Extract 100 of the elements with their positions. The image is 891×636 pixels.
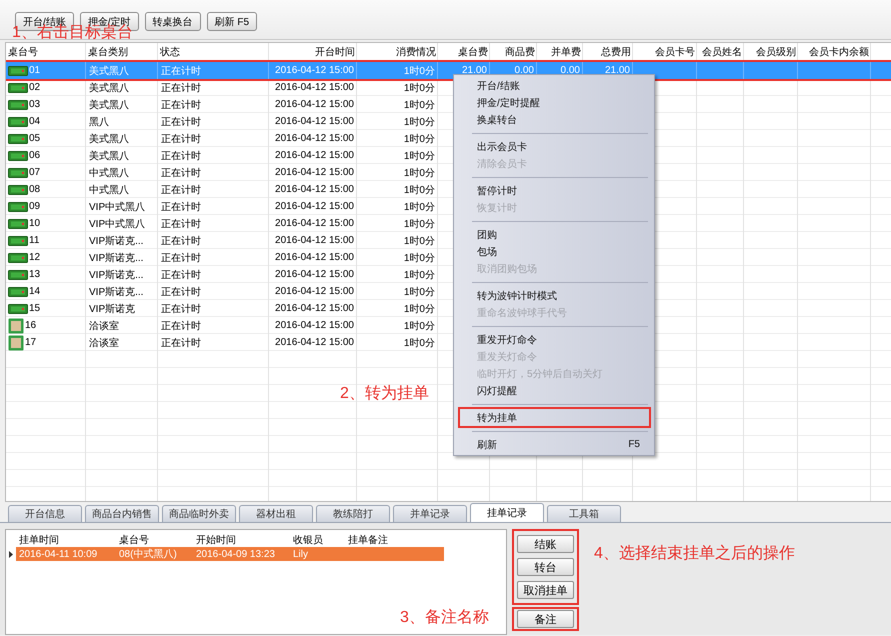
column-header[interactable]: 挂单备注	[348, 535, 388, 546]
column-header[interactable]: 桌台费	[458, 45, 488, 59]
table-cell: 2016-04-12 15:00	[275, 65, 354, 76]
table-cell-text: 1时0分	[404, 82, 435, 94]
column-header[interactable]: 会员级别	[756, 45, 796, 59]
table-cell-text: 正在计时	[161, 286, 201, 298]
table-cell: 01	[29, 65, 40, 76]
column-header[interactable]: 状态	[160, 45, 180, 59]
table-cell-text: 1时0分	[404, 218, 435, 230]
table-cell-text: VIP斯诺克...	[89, 252, 144, 264]
table-cell: 2016-04-12 15:00	[275, 269, 354, 280]
table-cell: 2016-04-09 13:23	[196, 548, 275, 560]
menu-item[interactable]: 暂停计时	[460, 182, 649, 199]
table-cell-text: 1时0分	[404, 286, 435, 298]
table-cell: Lily	[293, 548, 308, 560]
column-header[interactable]: 开台时间	[315, 45, 355, 59]
table-cell-text: 1时0分	[404, 150, 435, 162]
tab[interactable]: 挂单记录	[470, 503, 544, 522]
pool-table-icon	[8, 236, 28, 246]
toolbar-button[interactable]: 刷新 F5	[206, 12, 258, 31]
column-header[interactable]: 桌台号	[119, 535, 149, 546]
table-cell: 11	[29, 235, 40, 246]
table-cell: 08	[29, 184, 40, 195]
table-cell-text: 1时0分	[404, 302, 435, 316]
menu-item[interactable]: 押金/定时提醒	[460, 94, 649, 111]
table-cell: 2016-04-12 15:00	[275, 82, 354, 93]
action-button[interactable]: 转台	[517, 558, 574, 576]
table-cell-text: 正在计时	[161, 252, 201, 264]
action-button[interactable]: 取消挂单	[517, 581, 574, 599]
note-button[interactable]: 备注	[517, 610, 574, 628]
menu-item[interactable]: 刷新 F5	[460, 436, 649, 453]
table-cell: 2016-04-12 15:00	[275, 184, 354, 195]
table-cell-text: 正在计时	[161, 132, 201, 146]
pool-table-icon	[8, 82, 28, 92]
toolbar-button[interactable]: 转桌换台	[144, 12, 201, 31]
column-header[interactable]: 挂单时间	[19, 535, 59, 546]
column-header[interactable]: 总费用	[601, 45, 631, 59]
pool-table-icon	[8, 184, 28, 194]
menu-item[interactable]: 闪灯提醒	[460, 382, 649, 399]
menu-item[interactable]: 转为挂单	[460, 409, 649, 426]
tab[interactable]: 器材出租	[239, 505, 313, 522]
tab[interactable]: 商品台内销售	[85, 505, 159, 522]
table-cell-text: 洽谈室	[89, 320, 119, 332]
column-header[interactable]: 会员卡内余额	[809, 45, 869, 59]
table-cell-text: 1时0分	[404, 200, 435, 214]
table-cell-text: 正在计时	[161, 82, 201, 94]
table-cell: 2016-04-12 15:00	[275, 167, 354, 178]
pool-table-icon	[8, 116, 28, 126]
annotation: 2、转为挂单	[340, 385, 429, 403]
table-cell-text: 正在计时	[161, 150, 201, 162]
menu-item[interactable]: 开台/结账	[460, 77, 649, 94]
table-cell: 0.00	[560, 65, 580, 76]
table-cell-text: 1时0分	[404, 116, 435, 128]
table-cell: 21.00	[462, 65, 487, 76]
column-header[interactable]: 会员卡号	[655, 45, 695, 59]
table-cell-text: 正在计时	[161, 218, 201, 230]
table-cell: 09	[29, 201, 40, 212]
table-cell-text: VIP中式黑八	[89, 200, 146, 214]
table-cell-text: 正在计时	[161, 234, 201, 248]
column-header[interactable]: 消费情况	[396, 45, 436, 59]
column-header[interactable]: 桌台类别	[88, 45, 128, 59]
table-cell: 04	[29, 116, 40, 127]
column-header[interactable]: 开始时间	[196, 535, 236, 546]
menu-item[interactable]: 出示会员卡	[460, 138, 649, 155]
table-cell-text: 正在计时	[161, 116, 201, 128]
column-header[interactable]: 桌台号	[8, 45, 38, 59]
tab[interactable]: 教练陪打	[316, 505, 390, 522]
table-cell: 16	[25, 320, 36, 331]
column-header[interactable]: 收银员	[293, 535, 323, 546]
pool-table-icon	[8, 150, 28, 160]
menu-item[interactable]: 包场	[460, 243, 649, 260]
pool-table-icon	[8, 286, 28, 296]
menu-item[interactable]: 团购	[460, 226, 649, 243]
table-cell: 2016-04-12 15:00	[275, 99, 354, 110]
table-cell-text: 正在计时	[161, 166, 201, 180]
table-cell-text: 中式黑八	[89, 184, 129, 196]
tab[interactable]: 商品临时外卖	[162, 505, 236, 522]
column-header[interactable]: 并单费	[551, 45, 581, 59]
menu-item[interactable]: 重发开灯命令	[460, 331, 649, 348]
table-cell-text: 美式黑八	[89, 132, 129, 146]
table-cell: 03	[29, 99, 40, 110]
pool-table-icon	[8, 202, 28, 212]
row-pointer-icon	[9, 550, 13, 558]
column-header[interactable]: 商品费	[505, 45, 535, 59]
action-button[interactable]: 结账	[517, 535, 574, 553]
table-cell-text: 1时0分	[404, 252, 435, 264]
menu-item[interactable]: 转为波钟计时模式	[460, 287, 649, 304]
table-cell-text: 美式黑八	[89, 64, 129, 78]
table-cell: 08(中式黑八)	[119, 549, 177, 560]
table-cell: 21.00	[604, 65, 630, 76]
tab[interactable]: 开台信息	[8, 505, 82, 522]
table-cell: 2016-04-12 15:00	[275, 133, 354, 144]
tab[interactable]: 并单记录	[393, 505, 467, 522]
column-header[interactable]: 会员姓名	[702, 45, 742, 59]
table-cell: 2016-04-12 15:00	[275, 116, 354, 127]
table-cell-text: VIP斯诺克...	[89, 286, 144, 298]
menu-item[interactable]: 换桌转台	[460, 111, 649, 128]
tab[interactable]: 工具箱	[547, 505, 621, 522]
room-icon	[8, 334, 24, 350]
table-cell: 05	[29, 133, 40, 144]
